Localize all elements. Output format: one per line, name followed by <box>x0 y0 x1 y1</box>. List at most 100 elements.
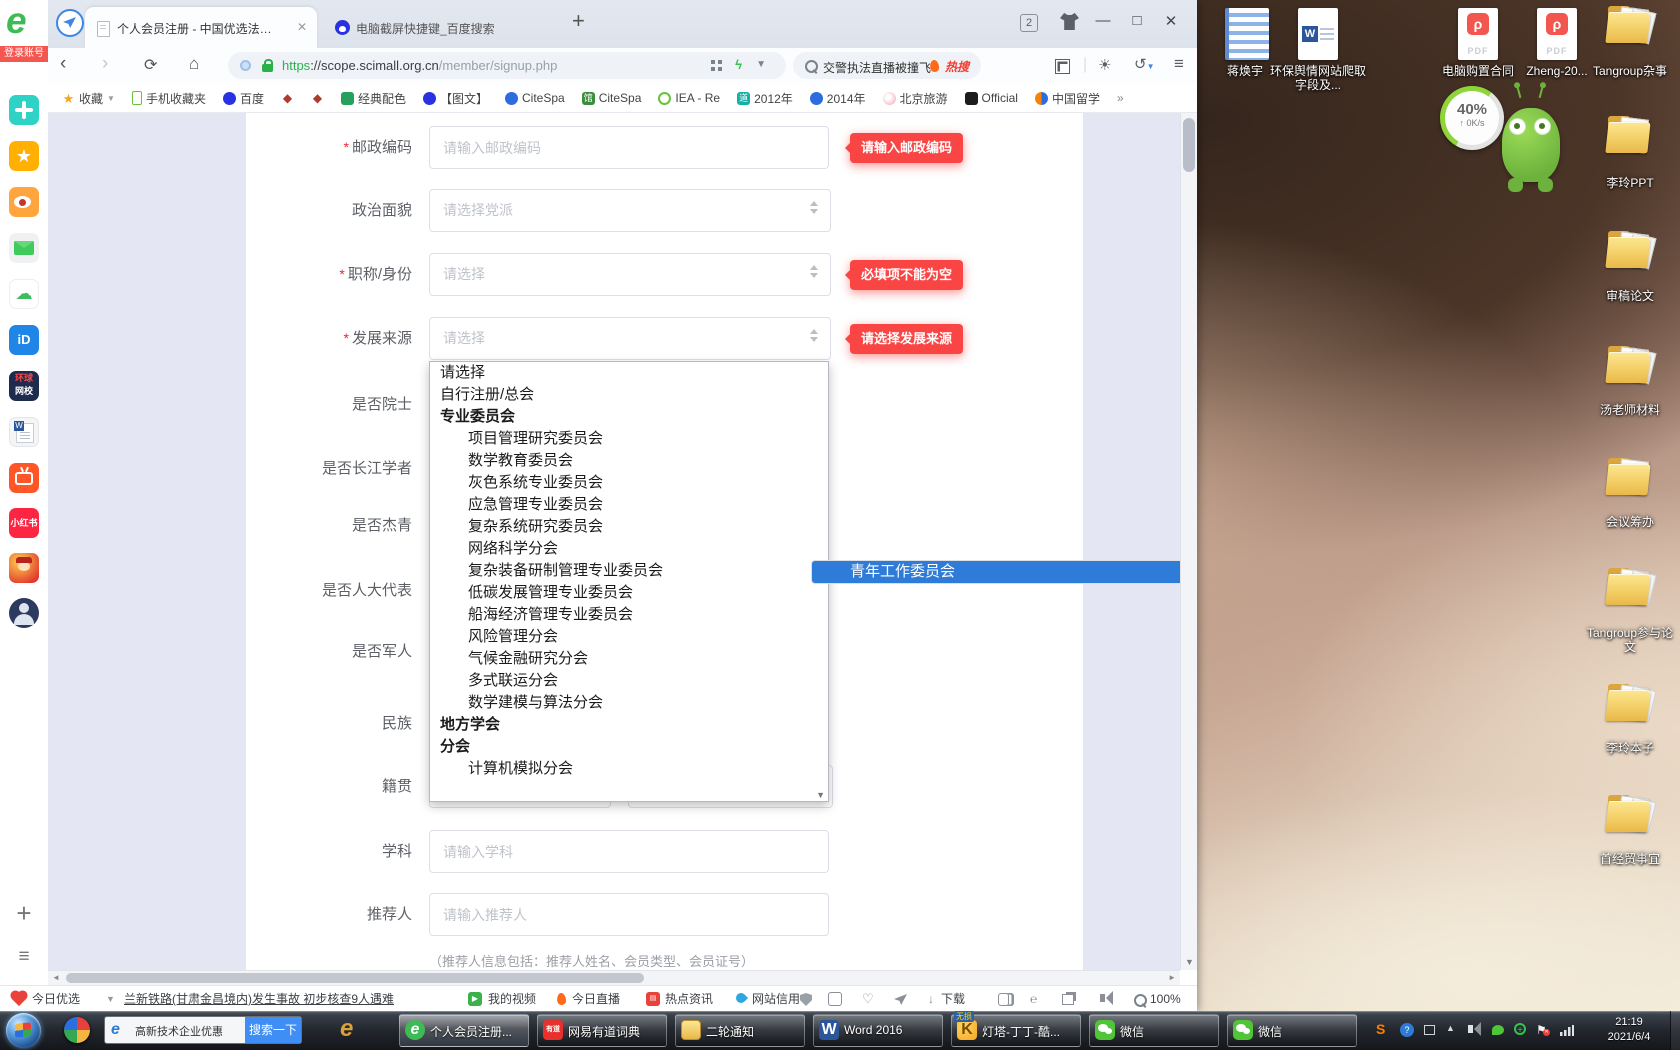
download-arrow-icon[interactable]: ↓ <box>928 986 934 1012</box>
security-shield-icon[interactable] <box>800 993 812 1006</box>
taskbar-button-youdao[interactable]: 有道 网易有道词典 <box>537 1014 667 1047</box>
bookmark-phone-fav[interactable]: 手机收藏夹 <box>132 90 206 107</box>
refresh-button[interactable]: ⟳ <box>144 55 157 75</box>
taskbar-search-widget[interactable]: e 高新技术企业优惠 搜索一下 <box>104 1016 302 1044</box>
hot-search-label[interactable]: 热搜 <box>945 58 969 75</box>
dropdown-option[interactable]: 船海经济管理专业委员会 <box>430 604 828 626</box>
tab-baidu-search[interactable]: 电脑截屏快捷键_百度搜索 <box>324 7 552 48</box>
taskbar-search-text[interactable]: 高新技术企业优惠 <box>135 1023 223 1039</box>
vertical-scrollbar[interactable]: ▼ <box>1180 113 1197 970</box>
bookmark-classic[interactable]: 经典配色 <box>341 90 406 107</box>
feedback-plane-icon[interactable] <box>894 994 907 1005</box>
login-account-badge[interactable]: 登录账号 <box>0 46 48 62</box>
dropdown-option[interactable]: 数学建模与算法分会 <box>430 692 828 714</box>
bookmark-citespace[interactable]: CiteSpa <box>505 91 565 105</box>
bookmark-iea[interactable]: IEA - Re <box>658 91 720 105</box>
today-live-link[interactable]: 今日直播 <box>572 986 620 1012</box>
health-heart-icon[interactable]: ♡ <box>862 986 874 1012</box>
sogou-tray-icon[interactable]: S <box>1376 1021 1385 1037</box>
sound-icon[interactable] <box>1100 994 1105 1002</box>
memory-speed-ball[interactable]: 40% ↑ 0K/s <box>1440 86 1504 150</box>
assistant-mascot[interactable] <box>1498 96 1564 192</box>
dropdown-option[interactable]: 低碳发展管理专业委员会 <box>430 582 828 604</box>
taskbar-button-wechat-2[interactable]: 微信 <box>1227 1014 1357 1047</box>
skin-shirt-icon[interactable] <box>1060 13 1079 30</box>
taskbar-clock[interactable]: 21:19 2021/6/4 <box>1596 1015 1662 1045</box>
tab-close-icon[interactable]: ✕ <box>297 20 307 34</box>
wechat-tray-icon[interactable] <box>1492 1025 1504 1035</box>
scroll-down-arrow-icon[interactable]: ▼ <box>1181 957 1198 967</box>
bookmark-favorites[interactable]: ★收藏▼ <box>62 90 115 107</box>
dropdown-scroll-down-icon[interactable]: ▼ <box>816 790 825 800</box>
theme-sun-icon[interactable]: ☀ <box>1098 56 1111 74</box>
e-mode-icon[interactable]: ℮ <box>1030 986 1037 1012</box>
featured-today-link[interactable]: 今日优选 <box>32 986 80 1012</box>
forward-button[interactable]: › <box>102 53 108 75</box>
download-link[interactable]: 下载 <box>941 986 965 1012</box>
bookmark-diamond-1[interactable]: ◆ <box>281 92 294 105</box>
search-query[interactable]: 交警执法直播被撞飞 <box>823 59 931 76</box>
vertical-scrollbar-thumb[interactable] <box>1183 118 1195 172</box>
scroll-left-arrow-icon[interactable]: ◄ <box>52 973 60 982</box>
network-signal-icon[interactable] <box>1560 1025 1574 1036</box>
window-tray-icon[interactable] <box>1424 1025 1435 1035</box>
referrer-input[interactable] <box>429 893 829 936</box>
discipline-input[interactable] <box>429 830 829 873</box>
dropdown-option[interactable]: 网络科学分会 <box>430 538 828 560</box>
quick-access-button[interactable] <box>56 9 84 37</box>
link-manager-icon[interactable] <box>998 993 1009 1006</box>
zoom-level[interactable]: 100% <box>1150 986 1181 1012</box>
dropdown-option-selected[interactable]: 青年工作委员会 <box>811 560 1180 584</box>
bookmarks-overflow-chevron[interactable]: » <box>1117 91 1124 105</box>
source-select[interactable]: 请选择 <box>429 317 831 360</box>
horizontal-scrollbar[interactable]: ◄ ► <box>48 970 1180 985</box>
taskbar-search-button[interactable]: 搜索一下 <box>245 1017 301 1043</box>
minimize-button[interactable]: — <box>1091 12 1115 29</box>
dropdown-option[interactable]: 项目管理研究委员会 <box>430 428 828 450</box>
rail-add-button[interactable]: + <box>0 898 48 929</box>
user-avatar[interactable] <box>9 598 39 628</box>
collapse-chevron-icon[interactable]: ▼ <box>106 986 115 1012</box>
my-videos-link[interactable]: 我的视频 <box>488 986 536 1012</box>
word-doc-app-icon[interactable]: W <box>9 417 39 447</box>
taskbar-button-wechat-1[interactable]: 微信 <box>1089 1014 1219 1047</box>
bookmark-2014[interactable]: 2014年 <box>810 90 866 107</box>
volume-icon[interactable] <box>1468 1025 1473 1033</box>
hot-news-link[interactable]: 热点资讯 <box>665 986 713 1012</box>
dropdown-chevron-icon[interactable]: ▼ <box>756 59 766 70</box>
bookmark-liuxue[interactable]: 中国留学 <box>1035 90 1100 107</box>
taskbar-button-folder[interactable]: 二轮通知 <box>675 1014 805 1047</box>
taskbar-button-word[interactable]: W Word 2016 <box>813 1014 943 1047</box>
favorites-star-icon[interactable]: ★ <box>9 141 39 171</box>
scroll-right-arrow-icon[interactable]: ► <box>1168 973 1176 982</box>
url-text[interactable]: https://scope.scimall.org.cn/member/sign… <box>282 58 557 73</box>
bookmark-diamond-2[interactable]: ◆ <box>311 92 324 105</box>
health-app-icon[interactable] <box>9 95 39 125</box>
bookmark-baidu[interactable]: 百度 <box>223 90 264 107</box>
tray-expand-arrow-icon[interactable]: ▲ <box>1446 1023 1455 1033</box>
back-button[interactable]: ‹ <box>60 53 66 75</box>
dropdown-option[interactable]: 自行注册/总会 <box>430 384 828 406</box>
dropdown-option[interactable]: 风险管理分会 <box>430 626 828 648</box>
live-tv-icon[interactable] <box>9 463 39 493</box>
dropdown-option[interactable]: 复杂系统研究委员会 <box>430 516 828 538</box>
dropdown-option[interactable]: 请选择 <box>430 362 828 384</box>
close-button[interactable]: ✕ <box>1159 12 1183 30</box>
bookmark-tuwen[interactable]: 【图文】 <box>423 90 488 107</box>
dropdown-option[interactable]: 计算机模拟分会 <box>430 758 828 780</box>
help-tray-icon[interactable]: ? <box>1400 1023 1414 1037</box>
political-select[interactable]: 请选择党派 <box>429 189 831 232</box>
widget-icon[interactable] <box>828 992 842 1006</box>
dropdown-option[interactable]: 应急管理专业委员会 <box>430 494 828 516</box>
rail-list-menu-button[interactable]: ≡ <box>0 946 48 968</box>
ie-gold-icon[interactable]: e <box>340 1015 353 1043</box>
dropdown-option[interactable]: 多式联运分会 <box>430 670 828 692</box>
qr-code-icon[interactable] <box>711 60 722 71</box>
dropdown-option[interactable]: 复杂装备研制管理专业委员会 <box>430 560 828 582</box>
cloud-drive-icon[interactable]: ☁ <box>9 279 39 309</box>
main-menu-icon[interactable]: ≡ <box>1174 54 1184 74</box>
postal-code-input[interactable] <box>429 126 829 169</box>
site-credit-link[interactable]: 网站信用 <box>752 986 800 1012</box>
game-caishen-icon[interactable] <box>9 553 39 583</box>
tab-count-badge[interactable]: 2 <box>1020 14 1038 32</box>
